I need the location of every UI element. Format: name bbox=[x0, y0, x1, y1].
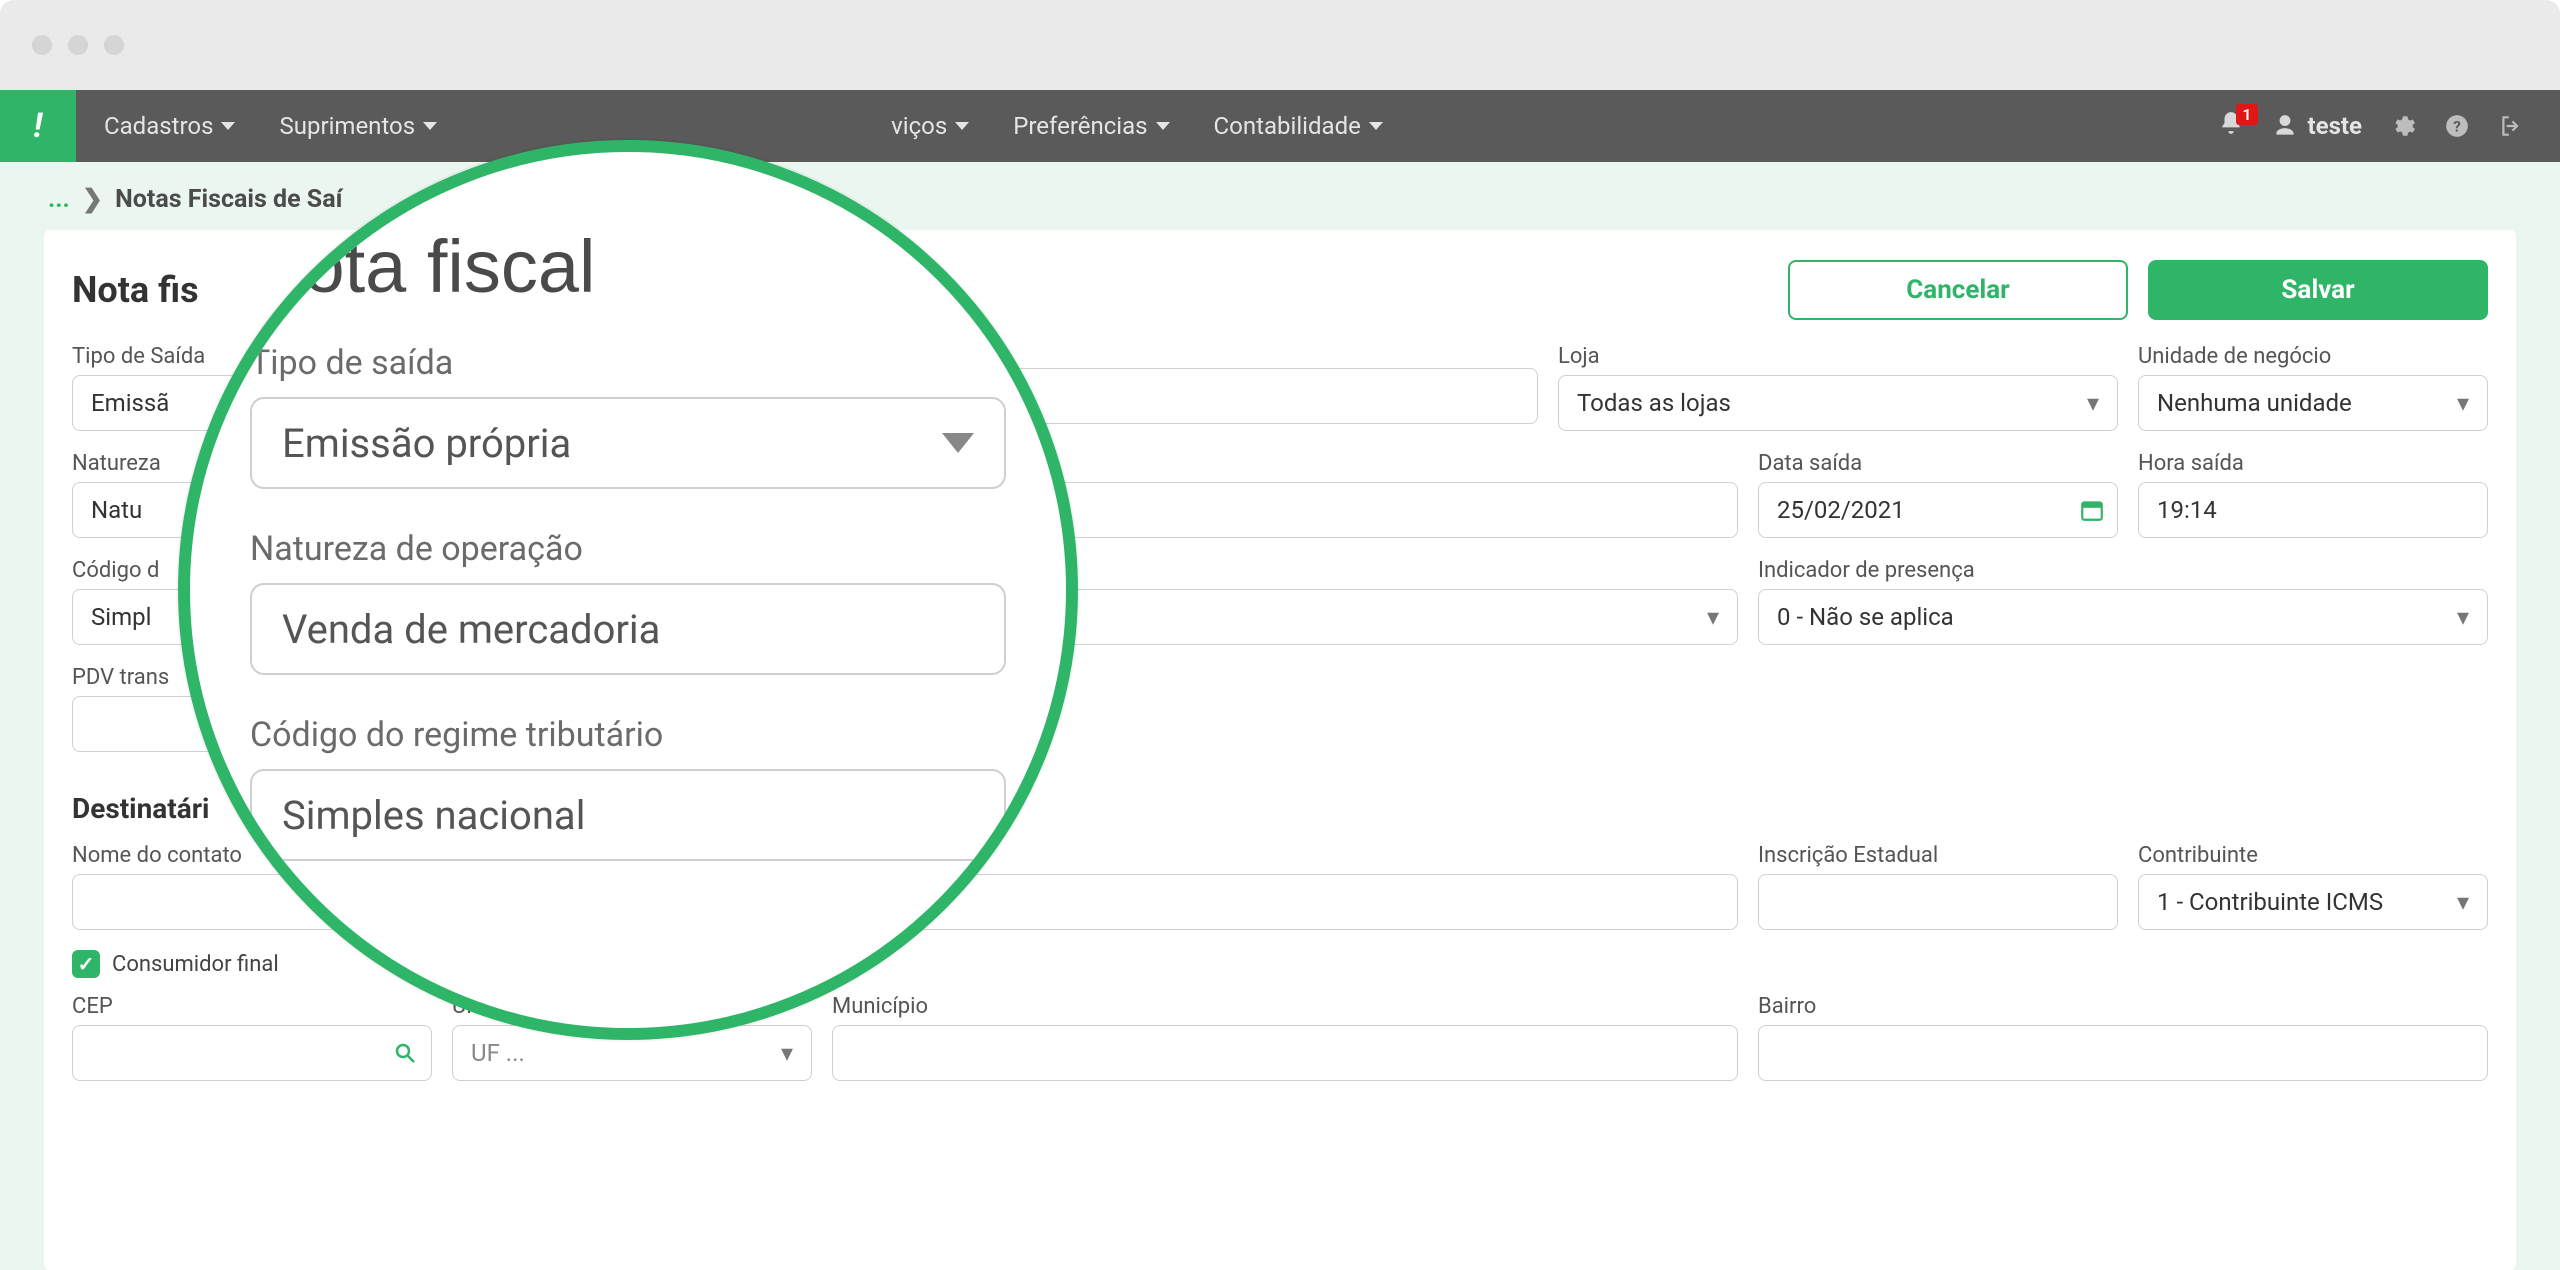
unidade-label: Unidade de negócio bbox=[2138, 344, 2488, 369]
mag-natureza-input[interactable]: Venda de mercadoria bbox=[250, 583, 1006, 675]
chevron-down-icon bbox=[221, 122, 235, 130]
browser-chrome bbox=[0, 0, 2560, 90]
unidade-select[interactable]: Nenhuma unidade ▾ bbox=[2138, 375, 2488, 431]
nav-label: Contabilidade bbox=[1214, 112, 1361, 140]
window-dot bbox=[68, 35, 88, 55]
svg-text:?: ? bbox=[2453, 117, 2461, 135]
gear-icon[interactable] bbox=[2390, 113, 2416, 139]
contribuinte-select[interactable]: 1 - Contribuinte ICMS ▾ bbox=[2138, 874, 2488, 930]
nav-label: viços bbox=[891, 112, 947, 140]
municipio-label: Município bbox=[832, 994, 1738, 1019]
calendar-icon bbox=[2079, 497, 2105, 523]
notifications-button[interactable]: 1 bbox=[2218, 110, 2244, 142]
notification-badge: 1 bbox=[2236, 104, 2257, 125]
logout-icon[interactable] bbox=[2498, 113, 2524, 139]
nav-contabilidade[interactable]: Contabilidade bbox=[1214, 112, 1383, 140]
cep-label: CEP bbox=[72, 994, 432, 1019]
data-saida-label: Data saída bbox=[1758, 451, 2118, 476]
breadcrumb-root[interactable]: ... bbox=[48, 185, 70, 214]
input-value: Natu bbox=[91, 496, 142, 524]
chevron-right-icon: ❯ bbox=[76, 185, 109, 214]
hora-saida-input[interactable]: 19:14 bbox=[2138, 482, 2488, 538]
select-value: Simples nacional bbox=[282, 792, 585, 839]
hora-saida-label: Hora saída bbox=[2138, 451, 2488, 476]
nav-cadastros[interactable]: Cadastros bbox=[104, 112, 235, 140]
mag-natureza-label: Natureza de operação bbox=[250, 529, 1006, 569]
mag-tipo-saida-select[interactable]: Emissão própria bbox=[250, 397, 1006, 489]
chevron-down-icon bbox=[1156, 122, 1170, 130]
select-value: Emissão própria bbox=[282, 420, 571, 467]
loja-select[interactable]: Todas as lojas ▾ bbox=[1558, 375, 2118, 431]
mag-regime-label: Código do regime tributário bbox=[250, 715, 1006, 755]
select-value: UF ... bbox=[471, 1039, 525, 1067]
page-title: Nota fis bbox=[72, 269, 199, 311]
mag-regime-select[interactable]: Simples nacional bbox=[250, 769, 1006, 861]
nav-servicos[interactable]: viços bbox=[481, 112, 969, 140]
chevron-down-icon: ▾ bbox=[2087, 389, 2099, 417]
select-value: Simpl bbox=[91, 603, 151, 631]
chevron-down-icon bbox=[955, 122, 969, 130]
top-nav: ! Cadastros Suprimentos viços Preferênci… bbox=[0, 90, 2560, 162]
cancel-button[interactable]: Cancelar bbox=[1788, 260, 2128, 320]
consumidor-final-label: Consumidor final bbox=[112, 952, 279, 977]
window-dot bbox=[32, 35, 52, 55]
indicador-label: Indicador de presença bbox=[1758, 558, 2488, 583]
data-saida-input[interactable]: 25/02/2021 bbox=[1758, 482, 2118, 538]
search-icon[interactable] bbox=[393, 1041, 417, 1065]
select-value: 0 - Não se aplica bbox=[1777, 603, 1954, 631]
bairro-input[interactable] bbox=[1758, 1025, 2488, 1081]
user-name: teste bbox=[2308, 112, 2363, 140]
chevron-down-icon: ▾ bbox=[2457, 389, 2469, 417]
window-dot bbox=[104, 35, 124, 55]
nav-label: Preferências bbox=[1013, 112, 1147, 140]
input-value: Venda de mercadoria bbox=[282, 606, 660, 653]
magnifier-overlay: Nota fiscal Tipo de saída Emissão própri… bbox=[178, 140, 1078, 1040]
indicador-select[interactable]: 0 - Não se aplica ▾ bbox=[1758, 589, 2488, 645]
breadcrumb-current: Notas Fiscais de Saí bbox=[115, 185, 342, 214]
user-icon bbox=[2272, 113, 2298, 139]
chevron-down-icon: ▾ bbox=[2457, 603, 2469, 631]
cep-input[interactable] bbox=[72, 1025, 432, 1081]
chevron-down-icon bbox=[942, 433, 974, 453]
consumidor-final-checkbox[interactable]: ✓ bbox=[72, 950, 100, 978]
chevron-down-icon: ▾ bbox=[2457, 888, 2469, 916]
user-menu[interactable]: teste bbox=[2272, 112, 2363, 140]
nav-label: Cadastros bbox=[104, 112, 213, 140]
municipio-input[interactable] bbox=[832, 1025, 1738, 1081]
input-value: 19:14 bbox=[2157, 496, 2217, 524]
save-button[interactable]: Salvar bbox=[2148, 260, 2488, 320]
mag-tipo-saida-label: Tipo de saída bbox=[250, 343, 1006, 383]
loja-label: Loja bbox=[1558, 344, 2118, 369]
help-icon[interactable]: ? bbox=[2444, 113, 2470, 139]
mag-title: Nota fiscal bbox=[250, 224, 1006, 309]
nav-suprimentos[interactable]: Suprimentos bbox=[279, 112, 437, 140]
brand-logo[interactable]: ! bbox=[0, 90, 76, 162]
input-value: 25/02/2021 bbox=[1777, 496, 1905, 524]
chevron-down-icon: ▾ bbox=[781, 1039, 793, 1067]
select-value: Todas as lojas bbox=[1577, 389, 1731, 417]
chevron-down-icon bbox=[423, 122, 437, 130]
ie-input[interactable] bbox=[1758, 874, 2118, 930]
chevron-down-icon: ▾ bbox=[1707, 603, 1719, 631]
bairro-label: Bairro bbox=[1758, 994, 2488, 1019]
select-value: 1 - Contribuinte ICMS bbox=[2157, 888, 2383, 916]
select-value: Nenhuma unidade bbox=[2157, 389, 2352, 417]
ie-label: Inscrição Estadual bbox=[1758, 843, 2118, 868]
chevron-down-icon bbox=[1369, 122, 1383, 130]
nav-preferencias[interactable]: Preferências bbox=[1013, 112, 1169, 140]
select-value: Emissã bbox=[91, 389, 169, 417]
contribuinte-label: Contribuinte bbox=[2138, 843, 2488, 868]
nav-label: Suprimentos bbox=[279, 112, 415, 140]
